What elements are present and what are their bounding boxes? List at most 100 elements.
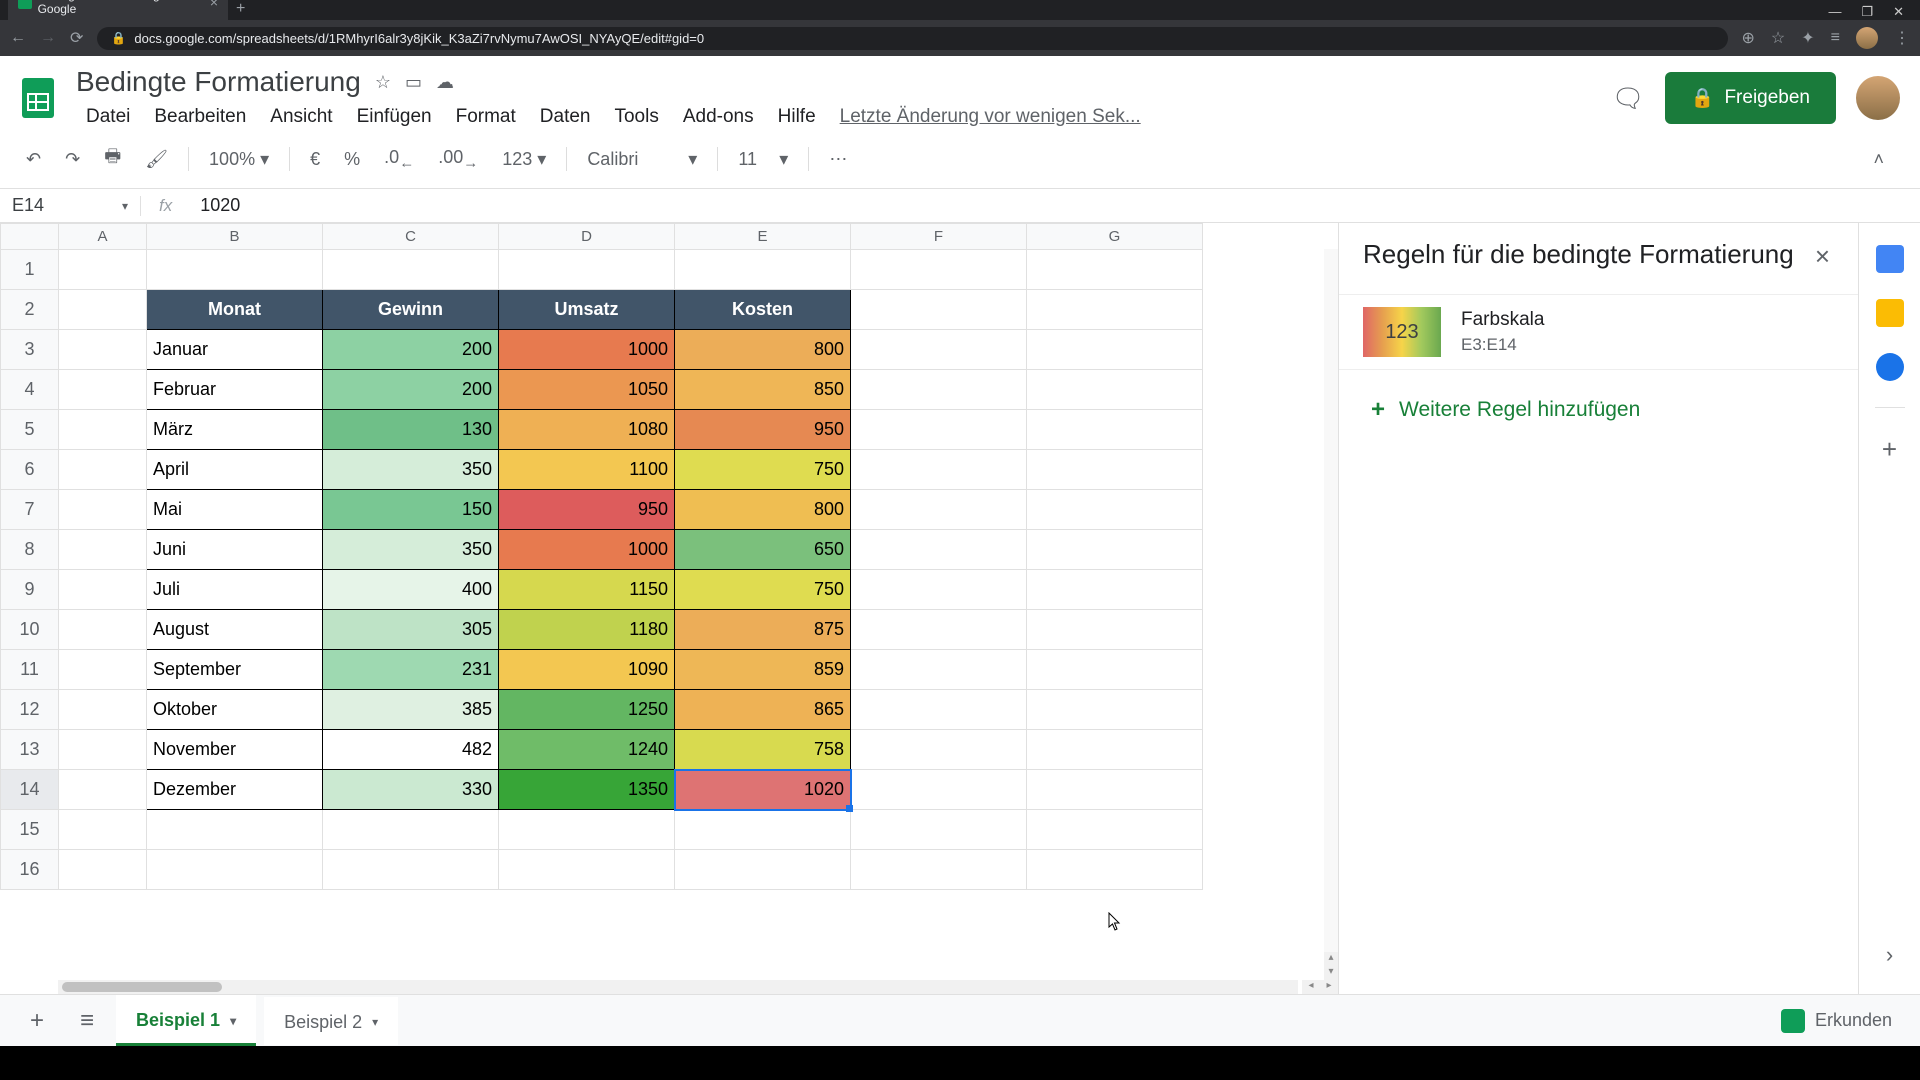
cell[interactable] (59, 610, 147, 650)
profile-avatar[interactable] (1856, 27, 1878, 49)
cell[interactable] (59, 730, 147, 770)
chevron-down-icon[interactable]: ▾ (230, 1014, 236, 1028)
cell[interactable]: 800 (675, 330, 851, 370)
cell[interactable] (1027, 690, 1203, 730)
cell[interactable] (147, 850, 323, 890)
new-tab-button[interactable]: + (228, 0, 253, 20)
cell[interactable]: 1000 (499, 530, 675, 570)
cell[interactable]: 850 (675, 370, 851, 410)
cell[interactable]: August (147, 610, 323, 650)
cell[interactable] (851, 570, 1027, 610)
add-rule-button[interactable]: + Weitere Regel hinzufügen (1339, 370, 1858, 450)
cell[interactable] (851, 370, 1027, 410)
spreadsheet-grid[interactable]: A B C D E F G 12MonatGewinnUmsatzKosten3… (0, 223, 1338, 994)
cell[interactable]: Juli (147, 570, 323, 610)
menu-insert[interactable]: Einfügen (347, 104, 442, 130)
cell[interactable] (59, 850, 147, 890)
cell[interactable] (499, 250, 675, 290)
chevron-down-icon[interactable]: ▾ (372, 1015, 378, 1029)
menu-view[interactable]: Ansicht (260, 104, 342, 130)
menu-addons[interactable]: Add-ons (673, 104, 764, 130)
cell[interactable] (1027, 730, 1203, 770)
cell[interactable] (1027, 370, 1203, 410)
cell[interactable]: September (147, 650, 323, 690)
cell[interactable]: 950 (499, 490, 675, 530)
cell[interactable] (851, 410, 1027, 450)
cell[interactable]: Juni (147, 530, 323, 570)
cell[interactable]: 1020 (675, 770, 851, 810)
scroll-down-icon[interactable]: ▾ (1324, 966, 1338, 980)
menu-file[interactable]: Datei (76, 104, 140, 130)
move-icon[interactable]: ▭ (405, 72, 422, 93)
cell[interactable] (851, 770, 1027, 810)
cell[interactable]: 150 (323, 490, 499, 530)
star-icon[interactable]: ☆ (1771, 28, 1785, 48)
add-sheet-button[interactable]: + (16, 1001, 58, 1041)
cell[interactable]: 350 (323, 450, 499, 490)
cell[interactable]: Mai (147, 490, 323, 530)
row-header[interactable]: 16 (1, 850, 59, 890)
cell[interactable] (1027, 450, 1203, 490)
menu-help[interactable]: Hilfe (768, 104, 826, 130)
cell[interactable]: Umsatz (499, 290, 675, 330)
scroll-up-icon[interactable]: ▴ (1324, 952, 1338, 966)
cell[interactable] (851, 530, 1027, 570)
select-all-corner[interactable] (1, 224, 59, 250)
cell[interactable]: 750 (675, 450, 851, 490)
font-size[interactable]: 11 ▾ (728, 143, 798, 176)
cell[interactable] (851, 450, 1027, 490)
row-header[interactable]: 9 (1, 570, 59, 610)
undo-icon[interactable]: ↶ (16, 143, 51, 176)
cell[interactable] (851, 730, 1027, 770)
cell[interactable] (675, 250, 851, 290)
row-header[interactable]: 12 (1, 690, 59, 730)
col-header-D[interactable]: D (499, 224, 675, 250)
row-header[interactable]: 3 (1, 330, 59, 370)
menu-format[interactable]: Format (446, 104, 526, 130)
comments-icon[interactable]: 🗨 (1612, 83, 1645, 114)
cell[interactable]: Februar (147, 370, 323, 410)
tasks-icon[interactable] (1876, 353, 1904, 381)
vertical-scrollbar[interactable]: ▴ ▾ (1324, 249, 1338, 980)
number-format[interactable]: 123 ▾ (492, 143, 556, 176)
row-header[interactable]: 1 (1, 250, 59, 290)
cell[interactable] (851, 490, 1027, 530)
cell[interactable] (59, 490, 147, 530)
close-icon[interactable]: × (210, 0, 218, 10)
cell[interactable] (323, 810, 499, 850)
cell[interactable] (1027, 530, 1203, 570)
close-icon[interactable]: × (1811, 237, 1834, 276)
col-header-G[interactable]: G (1027, 224, 1203, 250)
cell[interactable] (675, 810, 851, 850)
cell[interactable]: 859 (675, 650, 851, 690)
cell[interactable] (59, 450, 147, 490)
cell[interactable] (59, 810, 147, 850)
col-header-A[interactable]: A (59, 224, 147, 250)
cell[interactable] (1027, 810, 1203, 850)
cell[interactable] (59, 650, 147, 690)
more-toolbar-icon[interactable]: ⋯ (819, 143, 857, 176)
cell[interactable] (851, 650, 1027, 690)
cell[interactable]: 400 (323, 570, 499, 610)
star-icon[interactable]: ☆ (375, 72, 391, 93)
cell[interactable]: Dezember (147, 770, 323, 810)
collapse-toolbar-icon[interactable]: ˄ (1873, 149, 1904, 170)
cell[interactable]: 950 (675, 410, 851, 450)
all-sheets-button[interactable]: ≡ (66, 1001, 108, 1041)
cell[interactable]: 130 (323, 410, 499, 450)
format-rule-item[interactable]: 123 Farbskala E3:E14 (1339, 294, 1858, 370)
cell[interactable]: 482 (323, 730, 499, 770)
reload-icon[interactable]: ⟳ (70, 28, 83, 48)
cell[interactable] (147, 250, 323, 290)
cell[interactable] (851, 610, 1027, 650)
zoom-icon[interactable]: ⊕ (1742, 28, 1755, 48)
cell[interactable]: 1150 (499, 570, 675, 610)
col-header-C[interactable]: C (323, 224, 499, 250)
cell[interactable] (323, 250, 499, 290)
cell[interactable]: 200 (323, 330, 499, 370)
share-button[interactable]: 🔒 Freigeben (1665, 72, 1836, 124)
cell[interactable]: 1180 (499, 610, 675, 650)
cell[interactable] (1027, 610, 1203, 650)
row-header[interactable]: 10 (1, 610, 59, 650)
cell[interactable] (675, 850, 851, 890)
